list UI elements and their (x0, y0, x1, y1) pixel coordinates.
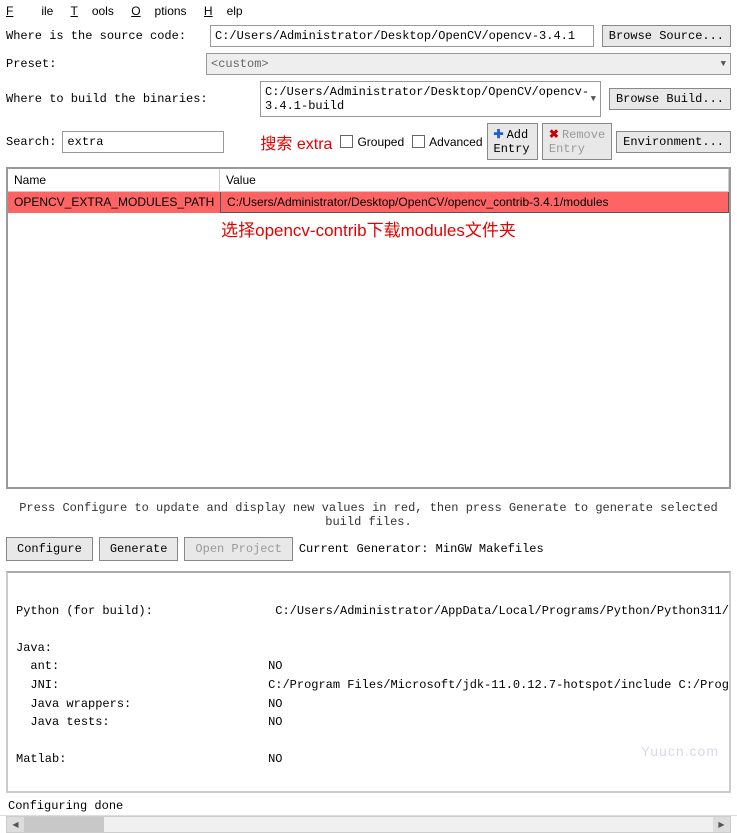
current-generator-label: Current Generator: MinGW Makefiles (299, 542, 544, 556)
table-row[interactable]: OPENCV_EXTRA_MODULES_PATH C:/Users/Admin… (8, 192, 729, 213)
environment-button[interactable]: Environment... (616, 131, 731, 153)
configure-button[interactable]: Configure (6, 537, 93, 561)
open-project-button: Open Project (184, 537, 292, 561)
column-header-value[interactable]: Value (220, 169, 729, 191)
grouped-checkbox[interactable]: Grouped (340, 135, 404, 149)
scrollbar-thumb[interactable] (24, 817, 104, 832)
chevron-down-icon: ▼ (591, 94, 596, 104)
build-path-combo[interactable]: C:/Users/Administrator/Desktop/OpenCV/op… (260, 81, 601, 117)
annotation-search: 搜索 extra (260, 130, 332, 154)
preset-label: Preset: (6, 57, 206, 71)
horizontal-scrollbar[interactable]: ◀ ▶ (6, 816, 731, 833)
scroll-left-icon[interactable]: ◀ (7, 817, 24, 832)
hint-text: Press Configure to update and display ne… (0, 493, 737, 533)
menu-bar: File Tools Options Help (0, 0, 737, 22)
preset-combo[interactable]: <custom> ▼ (206, 53, 731, 75)
entry-value[interactable]: C:/Users/Administrator/Desktop/OpenCV/op… (220, 192, 729, 213)
watermark: Yuucn.com (641, 743, 719, 759)
menu-help[interactable]: Help (204, 4, 243, 18)
advanced-checkbox[interactable]: Advanced (412, 135, 482, 149)
entry-name: OPENCV_EXTRA_MODULES_PATH (8, 192, 220, 213)
annotation-table: 选择opencv-contrib下载modules文件夹 (8, 213, 729, 241)
search-input[interactable] (62, 131, 224, 153)
remove-icon: ✖ (549, 128, 559, 142)
browse-source-button[interactable]: Browse Source... (602, 25, 731, 47)
menu-file[interactable]: File (6, 4, 53, 18)
status-text: Configuring done (0, 793, 737, 816)
search-label: Search: (6, 135, 56, 149)
generate-button[interactable]: Generate (99, 537, 179, 561)
output-log[interactable]: Python (for build): C:/Users/Administrat… (6, 571, 731, 793)
preset-value: <custom> (211, 57, 269, 71)
source-label: Where is the source code: (6, 29, 206, 43)
build-path-value: C:/Users/Administrator/Desktop/OpenCV/op… (265, 85, 591, 113)
menu-options[interactable]: Options (131, 4, 186, 18)
config-table: Name Value OPENCV_EXTRA_MODULES_PATH C:/… (6, 167, 731, 489)
scroll-right-icon[interactable]: ▶ (713, 817, 730, 832)
plus-icon: ✚ (494, 128, 504, 142)
add-entry-button[interactable]: ✚Add Entry (487, 123, 538, 160)
menu-tools[interactable]: Tools (70, 4, 113, 18)
browse-build-button[interactable]: Browse Build... (609, 88, 731, 110)
source-path-input[interactable] (210, 25, 594, 47)
chevron-down-icon: ▼ (721, 59, 726, 69)
remove-entry-button: ✖Remove Entry (542, 123, 612, 160)
build-label: Where to build the binaries: (6, 92, 256, 106)
column-header-name[interactable]: Name (8, 169, 220, 191)
